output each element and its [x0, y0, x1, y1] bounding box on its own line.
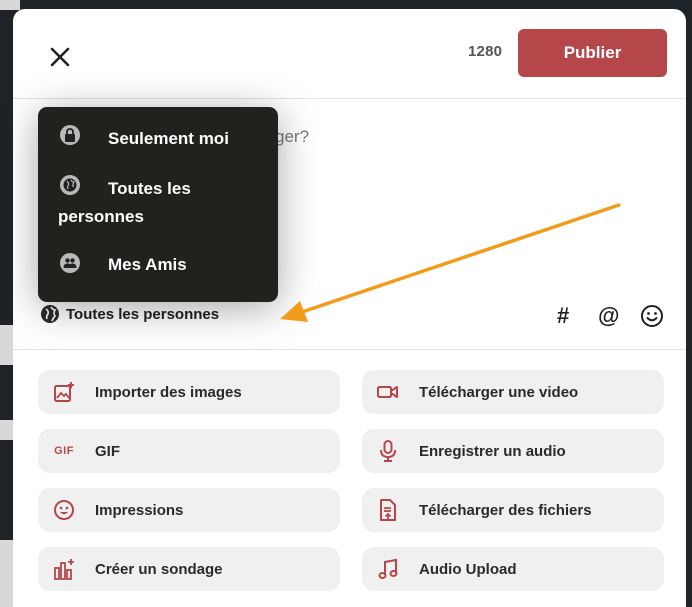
globe-icon	[60, 175, 80, 195]
mention-button[interactable]: @	[598, 304, 622, 328]
upload-video-button[interactable]: Télécharger une video	[362, 370, 664, 414]
create-poll-label: Créer un sondage	[95, 560, 223, 578]
gif-label: GIF	[95, 442, 120, 460]
file-upload-icon	[377, 499, 399, 521]
lock-icon	[60, 125, 80, 145]
record-audio-label: Enregistrer un audio	[419, 442, 566, 460]
background-strip	[0, 0, 20, 10]
close-icon[interactable]	[47, 44, 73, 70]
header-divider	[13, 98, 686, 99]
globe-icon	[41, 305, 59, 323]
character-counter: 1280	[468, 43, 503, 60]
menu-item-label: Mes Amis	[108, 255, 187, 274]
import-images-button[interactable]: Importer des images	[38, 370, 340, 414]
people-icon	[60, 253, 80, 273]
record-audio-button[interactable]: Enregistrer un audio	[362, 429, 664, 473]
impressions-button[interactable]: Impressions	[38, 488, 340, 532]
audience-label: Toutes les personnes	[66, 305, 220, 323]
menu-item-everyone[interactable]: Toutes les personnes	[38, 171, 278, 249]
import-images-label: Importer des images	[95, 383, 242, 401]
menu-item-label: Toutes les personnes	[58, 179, 191, 226]
microphone-icon	[377, 440, 399, 462]
audio-upload-label: Audio Upload	[419, 560, 517, 578]
menu-item-only-me[interactable]: Seulement moi	[38, 121, 278, 171]
video-camera-icon	[377, 381, 399, 403]
post-composer-modal: 1280 Publier ger? Toutes les personnes #…	[13, 9, 686, 607]
emoji-button[interactable]	[640, 304, 664, 328]
gif-icon: GIF	[54, 445, 74, 457]
impressions-label: Impressions	[95, 501, 184, 519]
upload-video-label: Télécharger une video	[419, 383, 579, 401]
toolbar-divider	[13, 349, 686, 350]
smiley-icon	[53, 499, 75, 521]
image-upload-icon	[53, 381, 75, 403]
post-textarea-placeholder[interactable]: ger?	[275, 127, 309, 147]
hashtag-button[interactable]: #	[557, 304, 581, 328]
music-note-icon	[377, 558, 399, 580]
menu-item-label: Seulement moi	[108, 129, 229, 148]
audio-upload-button[interactable]: Audio Upload	[362, 547, 664, 591]
create-poll-button[interactable]: Créer un sondage	[38, 547, 340, 591]
upload-files-button[interactable]: Télécharger des fichiers	[362, 488, 664, 532]
menu-item-friends[interactable]: Mes Amis	[38, 249, 278, 289]
publish-button[interactable]: Publier	[518, 29, 667, 77]
gif-button[interactable]: GIF GIF	[38, 429, 340, 473]
visibility-menu: Seulement moi Toutes les personnes Mes A…	[38, 107, 278, 302]
upload-files-label: Télécharger des fichiers	[419, 501, 592, 519]
poll-icon	[53, 558, 75, 580]
audience-selector[interactable]: Toutes les personnes	[40, 304, 219, 324]
